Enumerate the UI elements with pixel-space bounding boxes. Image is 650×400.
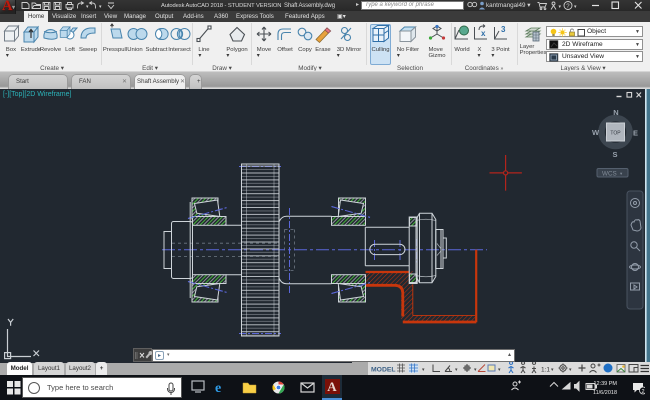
svg-text:▾: ▾ (86, 4, 89, 10)
svg-text:e: e (215, 381, 221, 396)
svg-text:▾: ▾ (99, 4, 102, 10)
svg-text:▾: ▾ (474, 367, 477, 373)
svg-text:1:1: 1:1 (541, 367, 550, 374)
svg-text:3: 3 (501, 25, 506, 34)
svg-text:▾: ▾ (559, 4, 562, 10)
svg-text:▾: ▾ (551, 367, 554, 373)
svg-text:TOP: TOP (610, 131, 621, 137)
svg-text:E: E (633, 129, 638, 138)
svg-text:▾: ▾ (455, 367, 458, 373)
svg-text:MODEL: MODEL (371, 367, 396, 374)
svg-text:▾: ▾ (422, 367, 425, 373)
svg-text:W: W (592, 128, 600, 137)
svg-text:▾: ▾ (569, 367, 572, 373)
svg-text:12:39 PM: 12:39 PM (593, 381, 617, 387)
svg-text:WCS: WCS (602, 170, 617, 177)
svg-text:▾: ▾ (574, 4, 577, 10)
svg-text:x: x (481, 29, 486, 38)
svg-text:S: S (612, 150, 617, 159)
svg-text:▾: ▾ (498, 367, 501, 373)
svg-text:2: 2 (642, 389, 645, 395)
svg-text:N: N (613, 108, 618, 117)
svg-text:11/6/2018: 11/6/2018 (593, 390, 617, 396)
